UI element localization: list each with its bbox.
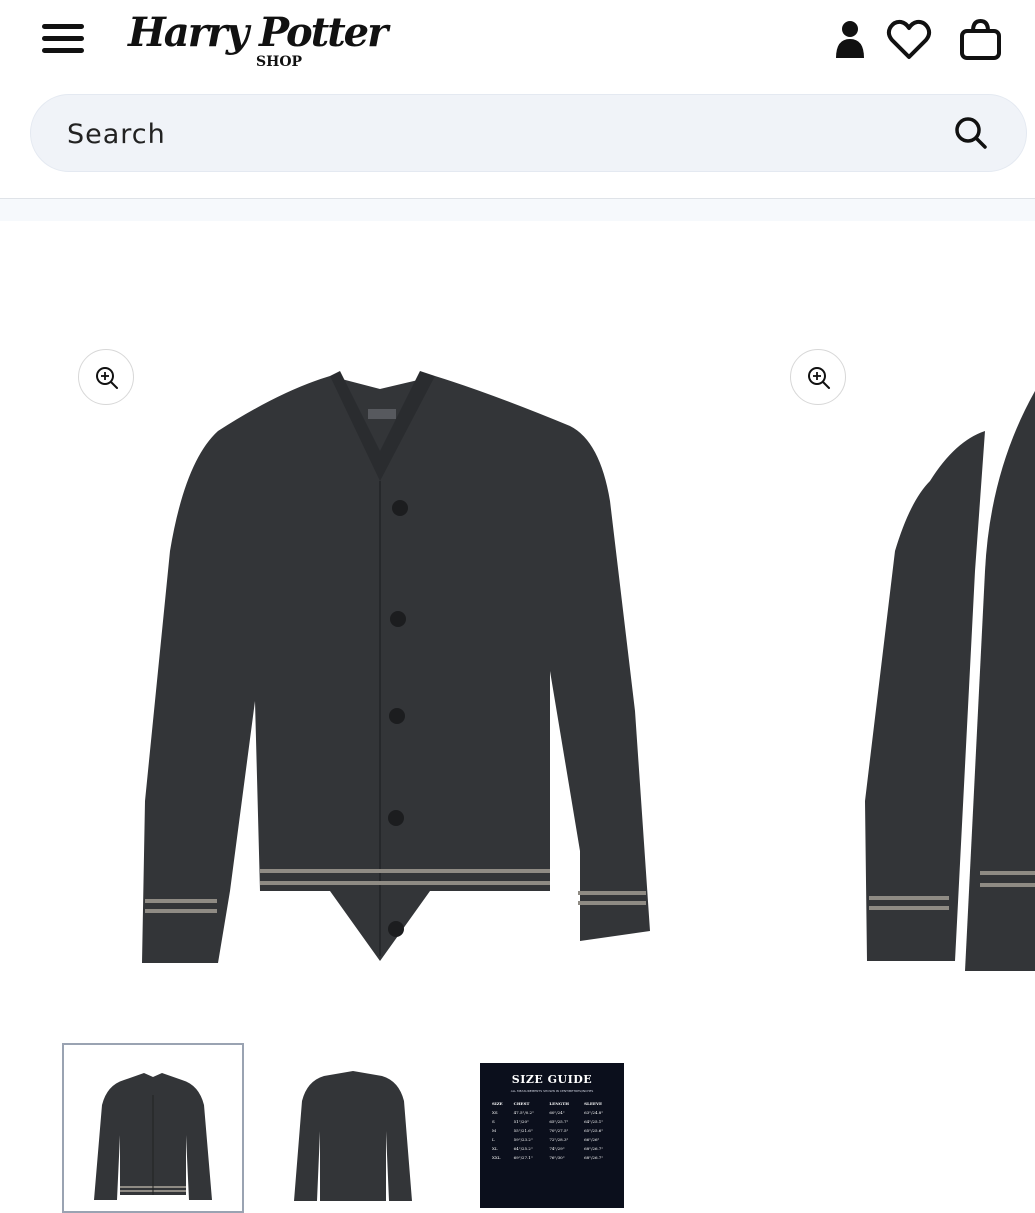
size-guide-row: XXL 69"/27.1" 76"/30" 68"/26.7" [490, 1153, 616, 1162]
hamburger-menu-icon[interactable] [40, 22, 86, 56]
search-input[interactable] [65, 109, 929, 159]
length-cell: 76"/30" [549, 1155, 565, 1160]
chest-cell: 55"/21.6" [513, 1128, 533, 1133]
sleeve-cell: 68"/26.7" [584, 1155, 604, 1160]
search-icon[interactable] [949, 111, 993, 155]
size-cell: S [492, 1119, 495, 1124]
size-cell: M [492, 1128, 497, 1133]
cardigan-back-image[interactable] [855, 371, 1035, 971]
product-image-gallery [0, 221, 1035, 1041]
size-cell: XS [492, 1110, 498, 1115]
length-cell: 65"/25.7" [549, 1119, 569, 1124]
site-header: Harry Potter SHOP [0, 0, 1035, 199]
size-guide-header: SLEEVE [584, 1101, 603, 1106]
sleeve-cell: 68"/26.7" [584, 1146, 604, 1151]
size-guide-row: L 59"/23.2" 72"/28.3" 66"/26" [490, 1135, 616, 1144]
size-guide-row: M 55"/21.6" 70"/27.5" 65"/25.6" [490, 1126, 616, 1135]
chest-cell: 69"/27.1" [513, 1155, 533, 1160]
search-bar [30, 94, 1027, 172]
cardigan-back-thumbnail[interactable] [262, 1041, 444, 1211]
size-guide-table: SIZE CHEST LENGTH SLEEVE XS 47.5"/0.2" 60"… [490, 1099, 616, 1162]
zoom-in-icon[interactable] [78, 349, 134, 405]
size-guide-header: SIZE [492, 1101, 503, 1106]
size-guide-row: XL 64"/25.2" 74"/29" 68"/26.7" [490, 1144, 616, 1153]
zoom-in-icon[interactable] [790, 349, 846, 405]
shopping-bag-icon[interactable] [956, 16, 1004, 64]
chest-cell: 64"/25.2" [513, 1146, 533, 1151]
logo-shop-text: SHOP [256, 54, 303, 70]
cardigan-front-thumbnail[interactable] [62, 1043, 244, 1213]
wishlist-heart-icon[interactable] [885, 16, 933, 64]
size-guide-header-row: SIZE CHEST LENGTH SLEEVE [490, 1099, 616, 1108]
sleeve-cell: 66"/26" [584, 1137, 600, 1142]
harry-potter-shop-logo[interactable]: Harry Potter SHOP [128, 4, 388, 74]
size-guide-title: SIZE GUIDE [511, 1073, 593, 1086]
length-cell: 74"/29" [549, 1146, 565, 1151]
length-cell: 72"/28.3" [549, 1137, 569, 1142]
header-divider-band [0, 199, 1035, 221]
size-guide-thumbnail[interactable]: SIZE GUIDE ALL MEASUREMENTS SHOWN IN CEN… [480, 1063, 624, 1208]
cardigan-front-image[interactable] [130, 371, 660, 971]
size-cell: XXL [492, 1155, 501, 1160]
size-guide-header: LENGTH [549, 1101, 570, 1106]
size-guide-row: S 51"/20" 65"/25.7" 64"/25.1" [490, 1117, 616, 1126]
size-cell: XL [492, 1146, 498, 1151]
length-cell: 70"/27.5" [549, 1128, 569, 1133]
size-cell: L [492, 1137, 495, 1142]
chest-cell: 47.5"/0.2" [513, 1110, 534, 1115]
sleeve-cell: 64"/25.1" [584, 1119, 604, 1124]
sleeve-cell: 63"/24.8" [584, 1110, 604, 1115]
length-cell: 60"/24" [549, 1110, 565, 1115]
size-guide-header: CHEST [513, 1101, 530, 1106]
size-guide-subtitle: ALL MEASUREMENTS SHOWN IN CENTIMETRES/IN… [510, 1089, 594, 1093]
chest-cell: 59"/23.2" [513, 1137, 533, 1142]
sleeve-cell: 65"/25.6" [584, 1128, 604, 1133]
size-guide-row: XS 47.5"/0.2" 60"/24" 63"/24.8" [490, 1108, 616, 1117]
account-icon[interactable] [826, 16, 874, 64]
chest-cell: 51"/20" [513, 1119, 529, 1124]
